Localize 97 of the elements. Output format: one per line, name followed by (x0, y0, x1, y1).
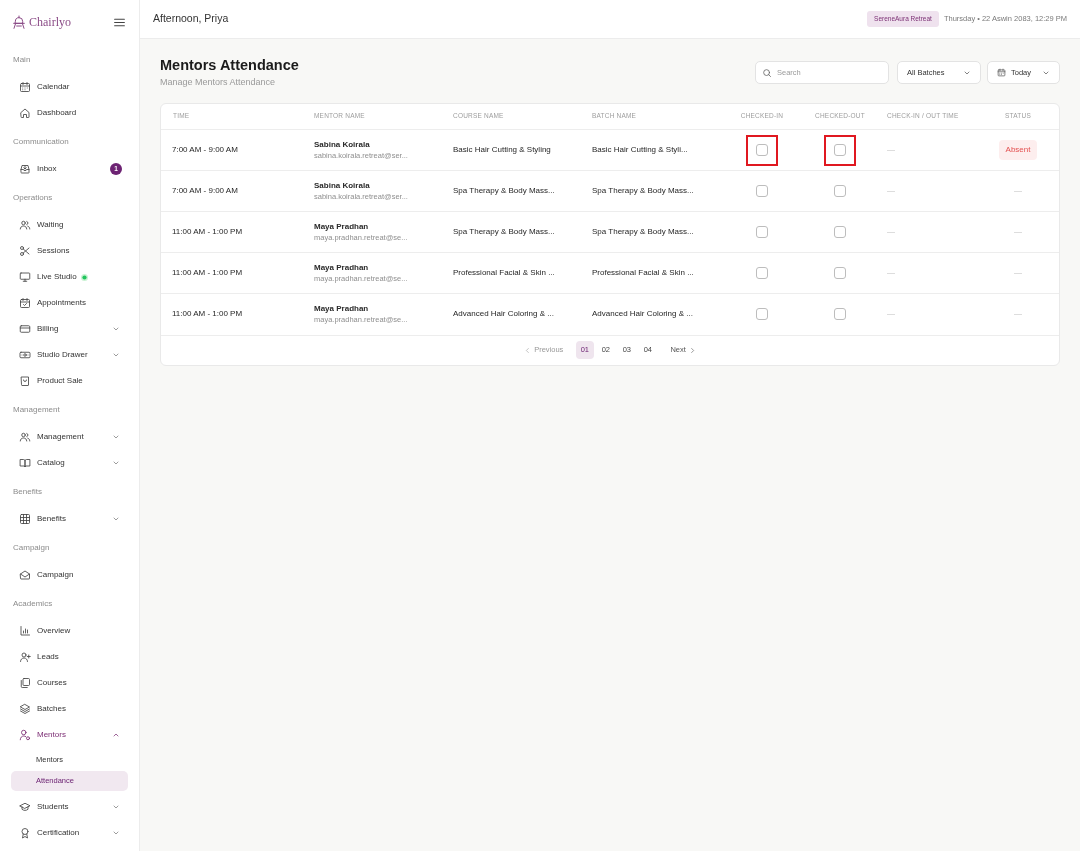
time-slot: 7:00 AM - 9:00 AM (172, 186, 238, 195)
checkbox[interactable] (834, 144, 846, 156)
sidebar-item[interactable]: Waiting (11, 212, 128, 238)
checkbox[interactable] (756, 308, 768, 321)
sidebar-item[interactable]: Appointments (11, 290, 128, 316)
calendar-icon (997, 68, 1006, 77)
checkbox[interactable] (756, 185, 768, 197)
checkbox[interactable] (834, 185, 846, 197)
course-name: Spa Therapy & Body Mass... (453, 227, 555, 236)
course-name: Professional Facial & Skin ... (453, 268, 555, 277)
sidebar-item[interactable]: Live Studio (11, 264, 128, 290)
sidebar-item[interactable]: Campaign (11, 562, 128, 588)
graduation-cap-icon (19, 801, 31, 813)
batch-name: Spa Therapy & Body Mass... (592, 227, 694, 236)
greeting-text: Afternoon, Priya (153, 11, 229, 27)
mentor-name: Maya Pradhan (314, 221, 370, 232)
sidebar-item[interactable]: Billing (11, 316, 128, 342)
empty-value: — (887, 309, 895, 319)
section-title: Academics (13, 599, 53, 609)
mentor-name: Sabina Koirala (314, 180, 371, 191)
monitor-icon (19, 271, 31, 283)
empty-value: — (887, 186, 895, 195)
section-title: Operations (13, 193, 53, 203)
sidebar-item[interactable]: Product Sale (11, 368, 128, 394)
sidebar-item[interactable]: Benefits (11, 506, 128, 532)
users-icon (19, 431, 31, 443)
mentor-name: Maya Pradhan (314, 303, 370, 315)
checkbox[interactable] (756, 267, 768, 279)
checkbox[interactable] (834, 308, 846, 321)
award-icon (19, 827, 31, 839)
sidebar-item[interactable]: Batches (11, 696, 128, 722)
checkbox[interactable] (756, 226, 768, 238)
section-title: Management (13, 405, 60, 415)
batch-name: Professional Facial & Skin ... (592, 268, 694, 277)
user-plus-icon (19, 651, 31, 663)
course-name: Spa Therapy & Body Mass... (453, 186, 555, 195)
sidebar-item[interactable]: Dashboard (11, 100, 128, 126)
empty-value: — (1014, 309, 1022, 319)
table-icon (19, 513, 31, 525)
sidebar-item[interactable]: Management (11, 424, 128, 450)
sidebar-item[interactable]: Studio Drawer (11, 342, 128, 368)
envelope-open-icon (19, 569, 31, 581)
book-open-icon (19, 457, 31, 469)
calendar-icon (19, 81, 31, 93)
sidebar-item[interactable]: Courses (11, 670, 128, 696)
brand-name: Chairlyo (29, 14, 71, 31)
empty-value: — (887, 227, 895, 236)
course-name: Basic Hair Cutting & Styling (453, 145, 551, 154)
stacked-pages-icon (19, 677, 31, 689)
empty-value: — (887, 268, 895, 277)
page-subtitle: Manage Mentors Attendance (160, 76, 277, 89)
time-slot: 11:00 AM - 1:00 PM (172, 309, 243, 319)
inbox-tray-icon (19, 163, 31, 175)
section-title: Campaign (13, 543, 50, 553)
mentor-name: Maya Pradhan (314, 262, 370, 273)
checkbox[interactable] (756, 144, 768, 156)
sidebar-item[interactable]: Calendar (11, 74, 128, 100)
shopping-bag-icon (19, 375, 31, 387)
time-slot: 7:00 AM - 9:00 AM (172, 145, 238, 154)
batch-name: Basic Hair Cutting & Styli... (592, 145, 688, 154)
calendar-check-icon (19, 297, 31, 309)
banknote-icon (19, 349, 31, 361)
sidebar-item[interactable]: Mentors (11, 722, 128, 748)
mentor-name: Sabina Koirala (314, 139, 371, 150)
time-slot: 11:00 AM - 1:00 PM (172, 227, 243, 236)
home-icon (19, 107, 31, 119)
chevron-left-icon (524, 346, 532, 354)
scissors-icon (19, 245, 31, 257)
empty-value: — (1014, 268, 1022, 277)
status-badge: Absent (998, 140, 1038, 160)
chevron-right-icon (688, 346, 696, 354)
sidebar-item[interactable]: Sessions (11, 238, 128, 264)
person-circle-icon (19, 729, 31, 741)
batch-name: Spa Therapy & Body Mass... (592, 186, 694, 195)
sidebar-item[interactable]: Catalog (11, 450, 128, 476)
sidebar-item[interactable]: Students (11, 794, 128, 820)
page-title: Mentors Attendance (160, 56, 299, 74)
sidebar-item[interactable]: Overview (11, 618, 128, 644)
layers-icon (19, 703, 31, 715)
empty-value: — (887, 145, 895, 154)
users-icon (19, 219, 31, 231)
bar-chart-icon (19, 625, 31, 637)
section-title: Benefits (13, 487, 42, 497)
checkbox[interactable] (834, 267, 846, 279)
checkbox[interactable] (834, 226, 846, 238)
time-slot: 11:00 AM - 1:00 PM (172, 268, 243, 277)
batch-name: Advanced Hair Coloring & ... (592, 309, 693, 319)
section-title: Main (13, 55, 31, 65)
credit-card-icon (19, 323, 31, 335)
section-title: Communication (13, 137, 69, 147)
sidebar-item[interactable]: Certification (11, 820, 128, 846)
sidebar-item[interactable]: Leads (11, 644, 128, 670)
search-icon (762, 67, 772, 78)
empty-value: — (1014, 227, 1022, 236)
course-name: Advanced Hair Coloring & ... (453, 309, 554, 319)
empty-value: — (1014, 186, 1022, 195)
chair-logo-icon (11, 14, 27, 30)
